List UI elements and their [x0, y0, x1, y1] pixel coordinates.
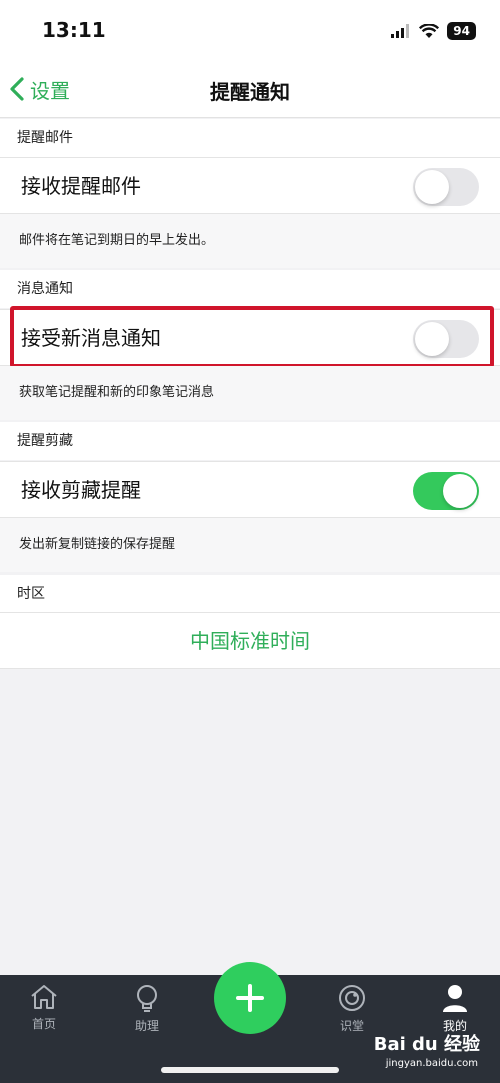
note-clip-reminder: 发出新复制链接的保存提醒: [0, 518, 500, 572]
row-email-reminder: 接收提醒邮件: [0, 157, 500, 214]
section-header-clip: 提醒剪藏: [0, 422, 500, 460]
email-reminder-toggle[interactable]: [413, 168, 479, 206]
lightbulb-icon: [137, 985, 157, 1012]
section-header-email: 提醒邮件: [0, 119, 500, 157]
plus-icon: [236, 984, 264, 1012]
row-label-clip-reminder: 接收剪藏提醒: [21, 478, 141, 502]
tab-home-label: 首页: [31, 1017, 56, 1031]
home-indicator[interactable]: [161, 1067, 339, 1073]
watermark-logo: Bai du 经验: [373, 1034, 480, 1055]
note-new-message-notification: 获取笔记提醒和新的印象笔记消息: [0, 366, 500, 420]
home-icon: [31, 985, 57, 1009]
toggle-knob: [443, 474, 477, 508]
wifi-icon: [419, 23, 440, 38]
section-header-timezone: 时区: [0, 575, 500, 613]
status-time: 13:11: [42, 18, 106, 42]
tab-home[interactable]: 首页: [9, 983, 79, 1043]
status-bar: 13:11 94: [0, 0, 500, 60]
highlight-annotation-box: [10, 306, 494, 368]
compass-icon: [339, 985, 365, 1011]
tab-learning-label: 识堂: [339, 1019, 364, 1033]
tab-assistant-label: 助理: [134, 1019, 159, 1033]
status-icons: 94: [391, 22, 476, 40]
person-icon: [443, 985, 467, 1012]
navigation-bar: 设置 提醒通知: [0, 60, 500, 118]
section-header-notifications: 消息通知: [0, 270, 500, 308]
row-label-email-reminder: 接收提醒邮件: [21, 174, 141, 198]
note-email-reminder: 邮件将在笔记到期日的早上发出。: [0, 214, 500, 268]
timezone-row[interactable]: 中国标准时间: [0, 612, 500, 669]
watermark-url: jingyan.baidu.com: [385, 1058, 478, 1069]
battery-indicator: 94: [447, 22, 476, 40]
clip-reminder-toggle[interactable]: [413, 472, 479, 510]
signal-icon: [391, 24, 410, 38]
row-clip-reminder: 接收剪藏提醒: [0, 461, 500, 518]
tab-assistant[interactable]: 助理: [112, 983, 182, 1043]
page-title: 提醒通知: [210, 80, 290, 104]
add-note-button[interactable]: [214, 962, 286, 1034]
toggle-knob: [415, 170, 449, 204]
